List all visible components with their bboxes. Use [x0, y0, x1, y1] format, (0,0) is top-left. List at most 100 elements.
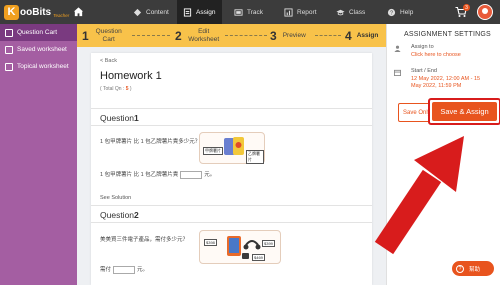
nav-track[interactable]: Track [228, 0, 269, 24]
nav-assign[interactable]: Assign [177, 0, 222, 24]
nav-content[interactable]: Content [127, 0, 175, 24]
answer-prefix: 1 包甲牌薯片 比 1 包乙牌薯片貴 [100, 172, 179, 178]
logo-wordmark: ooBits [20, 6, 52, 18]
step-label: Edit Worksheet [188, 27, 220, 43]
sidebar-item-label: Question Cart [17, 29, 58, 36]
nav-class-label: Class [349, 8, 366, 16]
chip-tag-b: 乙牌薯片 [246, 150, 264, 164]
assignment-settings-heading: ASSIGNMENT SETTINGS [404, 31, 491, 38]
start-date-value[interactable]: 12 May 2022, 12:00 AM - 15 [411, 76, 480, 82]
nav-help[interactable]: ? Help [381, 0, 419, 24]
price-tag-2: $399 [262, 240, 275, 247]
report-icon [284, 7, 293, 17]
start-end-label: Start / End [411, 68, 437, 74]
logo-k-mark: K [4, 4, 19, 20]
class-icon [336, 8, 345, 17]
see-solution-link[interactable]: See Solution [100, 195, 131, 201]
step-number: 2 [175, 28, 182, 43]
topical-worksheet-icon [5, 62, 13, 71]
nav-class[interactable]: Class [330, 0, 371, 24]
content-icon [133, 8, 142, 17]
answer-prefix: 需付 [100, 267, 112, 273]
question-2-title: Question2 [100, 210, 139, 220]
worksheet-card: < Back Homework 1 ( Total Qn : 5 ) Quest… [91, 53, 372, 285]
logo-subtitle: Teacher [53, 12, 70, 18]
question-2-text: 美美買三件電子產品，需付多少元？ [100, 237, 189, 243]
nav-content-label: Content [146, 8, 169, 16]
step-edit-worksheet[interactable]: 2 Edit Worksheet [175, 24, 222, 47]
calendar-icon [394, 69, 401, 76]
question-mark-icon: ? [456, 264, 464, 273]
total-prefix: ( Total Qn : [100, 86, 126, 92]
cart-count-badge: 3 [463, 4, 470, 11]
sidebar-item-label: Saved worksheet [17, 46, 67, 53]
end-date-value[interactable]: May 2022, 11:59 PM [411, 83, 461, 89]
divider [91, 205, 372, 206]
avatar[interactable] [477, 4, 493, 20]
help-button-label: 幫助 [469, 266, 481, 273]
step-number: 4 [345, 28, 352, 43]
page-title: Homework 1 [100, 70, 162, 82]
divider [91, 108, 372, 109]
nav-help-label: Help [400, 8, 414, 16]
question-number: 2 [134, 210, 139, 220]
step-connector [315, 35, 341, 36]
step-label: Question Cart [95, 27, 122, 43]
question-1-image: 甲牌薯片 乙牌薯片 [199, 132, 265, 164]
top-nav-bar: K ooBits Teacher Content Assign Track Re… [0, 0, 500, 24]
user-icon [394, 45, 401, 52]
step-preview[interactable]: 3 Preview [270, 24, 306, 47]
divider [91, 222, 372, 223]
nav-report-label: Report [297, 8, 317, 16]
nav-track-label: Track [247, 8, 264, 16]
sidebar-item-saved-worksheet[interactable]: Saved worksheet [0, 41, 77, 58]
sidebar-item-label: Topical worksheet [17, 63, 69, 70]
back-link[interactable]: < Back [100, 58, 117, 64]
help-button[interactable]: ? 幫助 [452, 261, 494, 276]
assign-to-label: Assign to [411, 44, 434, 50]
step-number: 1 [82, 28, 89, 43]
answer-input[interactable] [180, 170, 203, 179]
question-label: Question [100, 210, 135, 220]
save-assign-highlight: Save & Assign [428, 98, 500, 125]
question-1-answer-row: 1 包甲牌薯片 比 1 包乙牌薯片貴 元。 [100, 170, 215, 179]
track-icon [234, 8, 243, 17]
annotation-arrow [374, 136, 464, 255]
saved-worksheet-icon [5, 45, 13, 54]
worksheet-area: < Back Homework 1 ( Total Qn : 5 ) Quest… [77, 47, 386, 285]
koobits-logo[interactable]: K ooBits Teacher [4, 3, 69, 21]
chip-tag-a: 甲牌薯片 [203, 147, 223, 155]
step-assign[interactable]: 4 Assign [345, 24, 378, 47]
total-suffix: ) [128, 86, 132, 92]
step-connector [225, 35, 267, 36]
answer-suffix: 元。 [137, 267, 149, 273]
step-connector [132, 35, 170, 36]
home-icon[interactable] [73, 6, 84, 17]
svg-text:?: ? [390, 10, 393, 16]
question-cart-icon [5, 28, 13, 37]
step-label: Preview [282, 31, 306, 39]
sidebar-item-question-cart[interactable]: Question Cart [0, 24, 77, 41]
step-question-cart[interactable]: 1 Question Cart [82, 24, 125, 47]
question-1-text: 1 包甲牌薯片 比 1 包乙牌薯片貴多少元？ [100, 139, 201, 145]
price-tag-3: $469 [252, 254, 265, 261]
help-icon: ? [387, 8, 396, 17]
step-number: 3 [270, 28, 277, 43]
electronics-illustration [227, 236, 261, 259]
step-label: Assign [356, 31, 379, 39]
question-2-answer-row: 需付 元。 [100, 265, 148, 274]
question-2-image: $398 $399 $469 [199, 230, 281, 264]
answer-input[interactable] [113, 265, 136, 274]
choose-assignee-link[interactable]: Click here to choose [411, 52, 461, 58]
nav-assign-label: Assign [196, 8, 216, 16]
assign-icon [183, 7, 192, 17]
nav-report[interactable]: Report [278, 0, 323, 24]
save-and-assign-button[interactable]: Save & Assign [432, 102, 497, 121]
left-sidebar: Question Cart Saved worksheet Topical wo… [0, 24, 77, 285]
question-number: 1 [134, 113, 139, 123]
answer-suffix: 元。 [204, 172, 216, 178]
price-tag-1: $398 [204, 239, 217, 246]
divider [91, 125, 372, 126]
step-progress-bar: 1 Question Cart 2 Edit Worksheet 3 Previ… [77, 24, 386, 47]
sidebar-item-topical-worksheet[interactable]: Topical worksheet [0, 58, 77, 75]
